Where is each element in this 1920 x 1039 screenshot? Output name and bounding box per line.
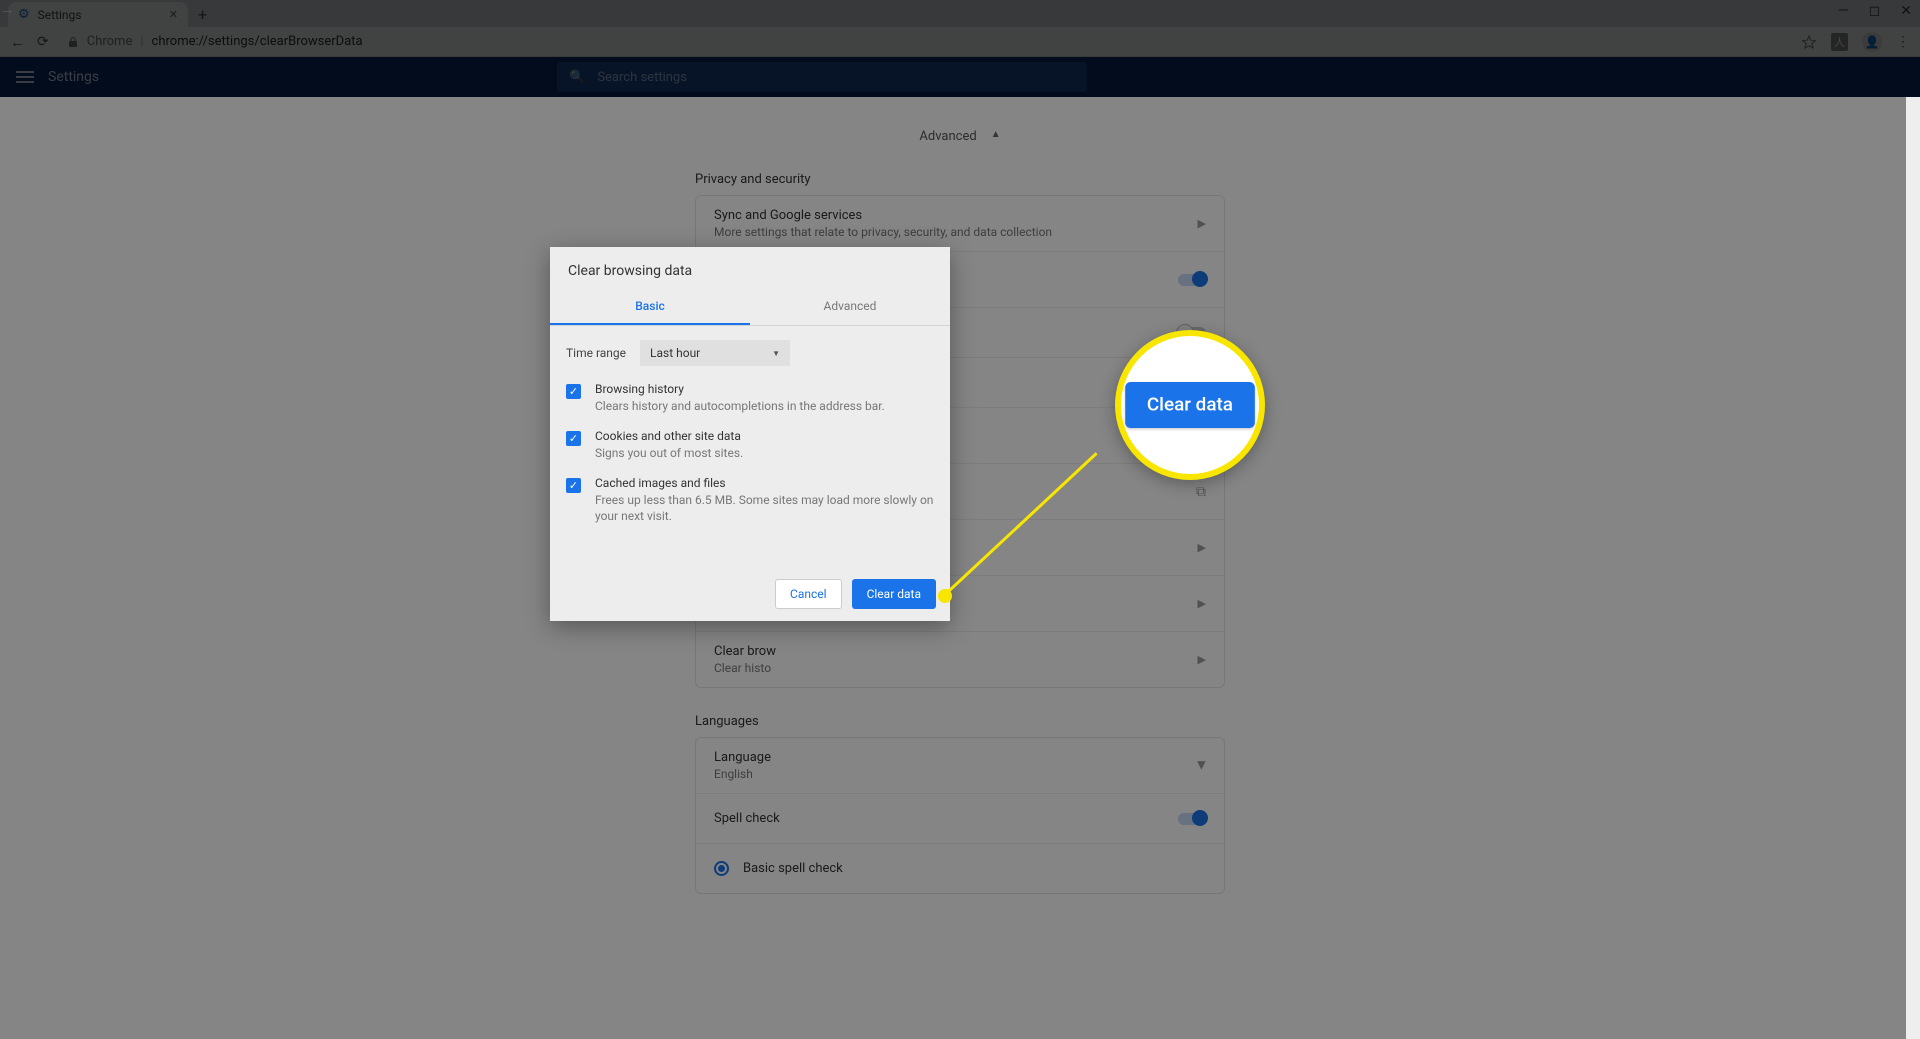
tab-advanced[interactable]: Advanced — [750, 289, 950, 325]
callout-anchor — [938, 589, 952, 603]
dropdown-icon: ▼ — [772, 349, 780, 358]
checkbox-browsing-history[interactable]: ✓ Browsing historyClears history and aut… — [566, 382, 934, 415]
checkbox-checked-icon: ✓ — [566, 431, 581, 446]
tab-basic[interactable]: Basic — [550, 289, 750, 325]
callout-zoom: Clear data — [1115, 330, 1265, 480]
cancel-button[interactable]: Cancel — [775, 579, 842, 609]
clear-data-button[interactable]: Clear data — [852, 579, 936, 609]
checkbox-checked-icon: ✓ — [566, 384, 581, 399]
scrollbar[interactable] — [1906, 97, 1920, 1039]
clear-browsing-data-dialog: Clear browsing data Basic Advanced Time … — [550, 247, 950, 621]
time-range-label: Time range — [566, 346, 626, 360]
time-range-select[interactable]: Last hour ▼ — [640, 340, 790, 366]
checkbox-cookies[interactable]: ✓ Cookies and other site dataSigns you o… — [566, 429, 934, 462]
checkbox-cached[interactable]: ✓ Cached images and filesFrees up less t… — [566, 476, 934, 526]
checkbox-checked-icon: ✓ — [566, 478, 581, 493]
callout-clear-data-button: Clear data — [1125, 382, 1254, 428]
dialog-title: Clear browsing data — [550, 247, 950, 289]
modal-backdrop — [0, 0, 1920, 1039]
